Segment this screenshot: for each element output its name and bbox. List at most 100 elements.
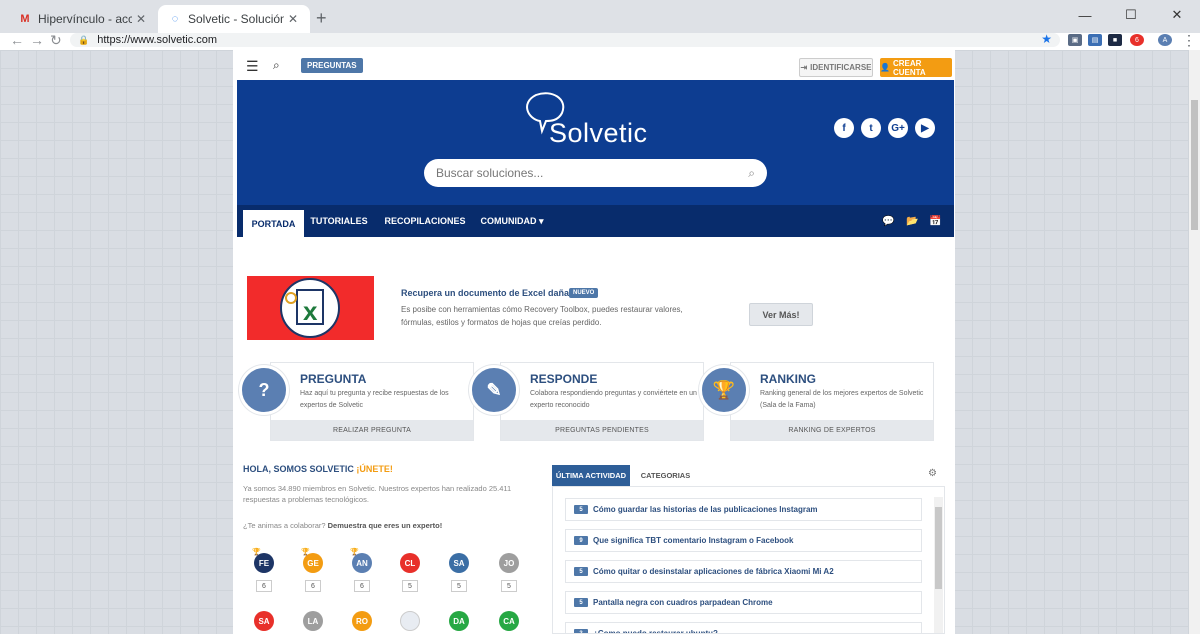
card-pregunta[interactable]: ? PREGUNTA Haz aquí tu pregunta y recibe…: [239, 362, 474, 441]
hamburger-menu-icon[interactable]: ☰: [246, 58, 259, 75]
profile-avatar[interactable]: A: [1158, 34, 1172, 46]
nav-portada[interactable]: PORTADA: [243, 210, 304, 237]
tab-categorias[interactable]: CATEGORIAS: [638, 465, 693, 486]
promo-description: Es posibe con herramientas cómo Recovery…: [401, 305, 683, 327]
expert-avatar[interactable]: CA: [499, 611, 519, 631]
expert-avatar[interactable]: DA: [449, 611, 469, 631]
close-icon[interactable]: ✕: [136, 12, 148, 26]
promo-image[interactable]: x: [247, 276, 374, 340]
maximize-button[interactable]: ☐: [1108, 0, 1154, 30]
answer-count-badge: 5: [574, 567, 588, 576]
unete-link[interactable]: ¡ÚNETE!: [356, 464, 393, 474]
ranking-expertos-button[interactable]: RANKING DE EXPERTOS: [731, 420, 933, 440]
extension-icon[interactable]: ▤: [1088, 34, 1102, 46]
identificarse-label: IDENTIFICARSE: [810, 63, 872, 72]
activity-item[interactable]: 5 Cómo quitar o desinstalar aplicaciones …: [565, 560, 922, 583]
twitter-icon[interactable]: t: [861, 118, 881, 138]
extension-icon[interactable]: ▣: [1068, 34, 1082, 46]
pencil-icon: ✎: [469, 365, 519, 415]
experto-link[interactable]: Demuestra que eres un experto!: [328, 521, 443, 530]
expert-avatar[interactable]: AN: [352, 553, 372, 573]
extension-icon[interactable]: 6: [1130, 34, 1144, 46]
gmail-icon: M: [20, 13, 30, 25]
extension-icon[interactable]: ■: [1108, 34, 1122, 46]
activity-item[interactable]: 3 ¿Como puedo restaurar ubuntu?: [565, 622, 922, 634]
identificarse-button[interactable]: ⇥ IDENTIFICARSE: [799, 58, 873, 77]
card-title: RANKING: [760, 372, 816, 386]
forward-icon[interactable]: →: [30, 33, 44, 47]
page-scrollbar[interactable]: [1189, 50, 1200, 634]
comment-icon[interactable]: 💬: [882, 216, 894, 227]
tab-ultima-actividad[interactable]: ÚLTIMA ACTIVIDAD: [552, 465, 630, 486]
expert-count: 5: [501, 580, 517, 592]
tab-gmail[interactable]: M Hipervínculo - accesosolvetic1@ ✕: [8, 5, 158, 33]
nuevo-badge: NUEVO: [569, 288, 599, 298]
colaborar-text: ¿Te animas a colaborar? Demuestra que er…: [243, 521, 442, 530]
trophy-icon: 🏆: [350, 549, 359, 556]
address-bar[interactable]: 🔒 https://www.solvetic.com ★: [70, 32, 1060, 47]
solvetic-site: ☰ ⌕ PREGUNTAS ⇥ IDENTIFICARSE 👤 CREAR CU…: [233, 50, 955, 634]
realizar-pregunta-button[interactable]: REALIZAR PREGUNTA: [271, 420, 473, 440]
tab-solvetic[interactable]: ◌ Solvetic - Solución a los problem ✕: [158, 5, 310, 33]
search-icon[interactable]: ⌕: [273, 58, 280, 73]
expert-avatar[interactable]: FE: [254, 553, 274, 573]
nav-tutoriales[interactable]: TUTORIALES: [309, 205, 369, 237]
expert-avatar[interactable]: CL: [400, 553, 420, 573]
card-responde[interactable]: ✎ RESPONDE Colabora respondiendo pregunt…: [469, 362, 704, 441]
activity-scrollbar[interactable]: [934, 497, 943, 633]
expert-avatar[interactable]: [400, 611, 420, 631]
back-icon[interactable]: ←: [10, 33, 24, 47]
activity-item[interactable]: 5 Pantalla negra con cuadros parpadean Ch…: [565, 591, 922, 614]
google-plus-icon[interactable]: G+: [888, 118, 908, 138]
expert-avatar[interactable]: RO: [352, 611, 372, 631]
nav-recopilaciones[interactable]: RECOPILACIONES: [382, 205, 468, 237]
facebook-icon[interactable]: f: [834, 118, 854, 138]
reload-icon[interactable]: ↻: [50, 33, 62, 47]
preguntas-button[interactable]: PREGUNTAS: [301, 58, 363, 73]
promo-title[interactable]: Recupera un documento de Excel dañado!: [401, 288, 583, 298]
calendar-icon[interactable]: 📅: [929, 216, 941, 227]
expert-avatar[interactable]: JO: [499, 553, 519, 573]
minimize-button[interactable]: —: [1062, 0, 1108, 30]
menu-kebab-icon[interactable]: ⋮: [1182, 33, 1196, 47]
url-text: https://www.solvetic.com: [97, 34, 218, 46]
hero-search-input[interactable]: Buscar soluciones... ⌕: [424, 159, 767, 187]
new-tab-button[interactable]: +: [316, 8, 327, 29]
expert-avatar[interactable]: LA: [303, 611, 323, 631]
expert-avatar[interactable]: SA: [254, 611, 274, 631]
main-nav: PORTADA TUTORIALES RECOPILACIONES COMUNI…: [237, 205, 954, 237]
crear-cuenta-button[interactable]: 👤 CREAR CUENTA: [880, 58, 952, 77]
close-icon[interactable]: ✕: [288, 12, 300, 26]
scrollbar-thumb[interactable]: [1191, 100, 1198, 230]
youtube-icon[interactable]: ▶: [915, 118, 935, 138]
ver-mas-button[interactable]: Ver Más!: [749, 303, 813, 326]
expert-count: 6: [305, 580, 321, 592]
gear-icon[interactable]: ⚙: [928, 468, 937, 479]
activity-item-title: Pantalla negra con cuadros parpadean Chr…: [593, 598, 773, 607]
card-description: Colabora respondiendo preguntas y convié…: [530, 390, 697, 409]
logo-text: Solvetic: [549, 118, 648, 148]
activity-item[interactable]: 5 Cómo guardar las historias de las publi…: [565, 498, 922, 521]
tab-strip: M Hipervínculo - accesosolvetic1@ ✕ ◌ So…: [0, 0, 1200, 33]
crear-cuenta-label: CREAR CUENTA: [892, 58, 926, 77]
tab-title: Solvetic - Solución a los problem: [188, 12, 284, 26]
expert-avatar[interactable]: SA: [449, 553, 469, 573]
tab-title: Hipervínculo - accesosolvetic1@: [38, 12, 132, 26]
card-description: Haz aquí tu pregunta y recibe respuestas…: [300, 390, 449, 409]
window-close-button[interactable]: ✕: [1154, 0, 1200, 30]
nav-comunidad[interactable]: COMUNIDAD ▾: [477, 205, 547, 237]
folder-icon[interactable]: 📂: [906, 216, 918, 227]
bookmark-star-icon[interactable]: ★: [1041, 32, 1052, 46]
expert-count: 5: [451, 580, 467, 592]
card-ranking[interactable]: 🏆 RANKING Ranking general de los mejores…: [699, 362, 934, 441]
page-viewport: ☰ ⌕ PREGUNTAS ⇥ IDENTIFICARSE 👤 CREAR CU…: [0, 50, 1189, 634]
svg-text:x: x: [303, 296, 318, 326]
activity-item-title: ¿Como puedo restaurar ubuntu?: [593, 629, 718, 634]
expert-avatar[interactable]: GE: [303, 553, 323, 573]
scrollbar-thumb[interactable]: [935, 507, 942, 589]
lock-icon: 🔒: [78, 34, 90, 45]
excel-icon: x: [280, 278, 340, 338]
activity-item[interactable]: 9 Que significa TBT comentario Instagram …: [565, 529, 922, 552]
search-icon[interactable]: ⌕: [748, 166, 755, 181]
preguntas-pendientes-button[interactable]: PREGUNTAS PENDIENTES: [501, 420, 703, 440]
